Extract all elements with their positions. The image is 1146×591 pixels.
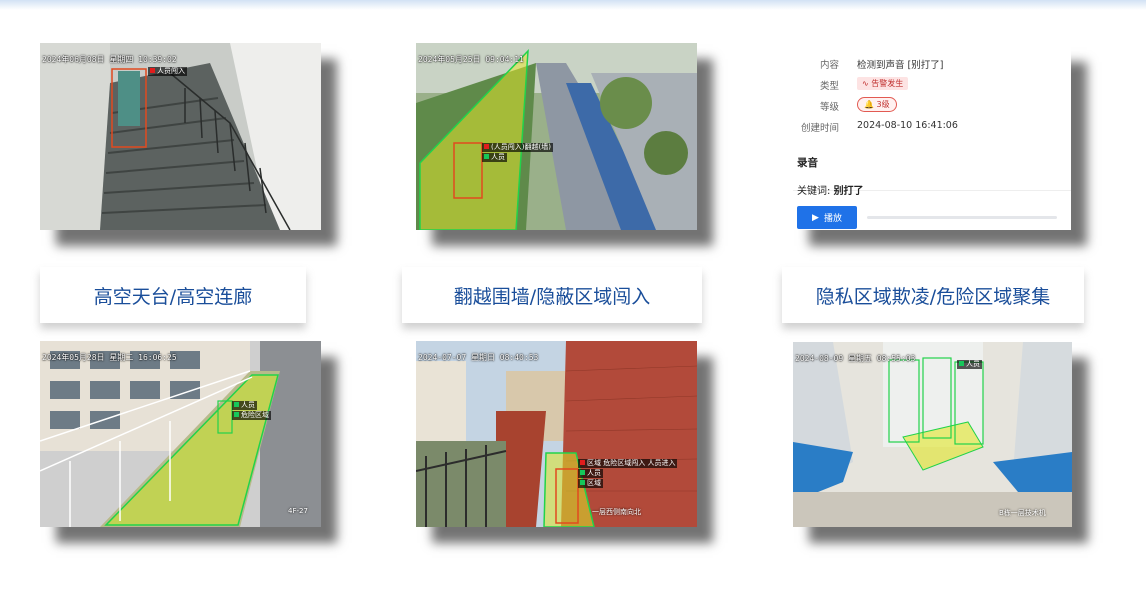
corridor-scene [40, 341, 321, 527]
fence-scene [416, 43, 697, 230]
corridor-detect-tag-zone: 危险区域 [232, 411, 271, 420]
keyword-value: 别打了 [833, 186, 864, 197]
brickwall-camera-image: 2024-07-07 星期日 08:40:53 区域 危险区域闯入 人员进入 人… [416, 341, 697, 527]
corridor-detect-tag-person: 人员 [232, 401, 257, 410]
caption-privacy-danger-area: 隐私区域欺凌/危险区域聚集 [782, 267, 1084, 323]
audio-progress-track[interactable] [867, 216, 1057, 219]
alert-created-label: 创建时间 [800, 123, 839, 134]
alert-level-badge: 🔔 3级 [857, 97, 897, 112]
toilet-detect-tag-person: 人员 [957, 360, 982, 369]
stairs-timestamp: 2024年06月08日 星期四 10:39:02 [42, 55, 177, 64]
pulse-icon: ∿ [862, 79, 869, 88]
detect-red-marker [150, 68, 155, 73]
alert-created-row: 创建时间 2024-08-10 16:41:06 [793, 117, 1071, 137]
brickwall-detect-tag-zone: 区域 危险区域闯入 人员进入 [578, 459, 678, 468]
stairs-camera-image: 2024年06月08日 星期四 10:39:02 人员闯入 [40, 43, 321, 230]
alert-type-badge: ∿ 告警发生 [857, 77, 909, 90]
corridor-camera-image: 2024年05月28日 星期二 16:06:25 人员 危险区域 4F-27 [40, 341, 321, 527]
fence-timestamp: 2024年05月25日 09:04:11 [418, 55, 524, 64]
detect-red-marker [580, 460, 585, 465]
toilet-timestamp: 2024-08-09 星期五 08:55:03 [795, 354, 916, 363]
top-gradient-bar [0, 0, 1146, 10]
alert-type-row: 类型 ∿ 告警发生 [793, 75, 1071, 95]
fence-detect-tag-cross: (人员闯入)翻越(墙) [482, 143, 553, 152]
caption-fence-hidden-area: 翻越围墙/隐蔽区域闯入 [402, 267, 702, 323]
recording-title: 录音 [797, 157, 818, 169]
fence-detect-tag-person: 人员 [482, 153, 507, 162]
corridor-timestamp: 2024年05月28日 星期二 16:06:25 [42, 353, 177, 362]
play-button[interactable]: ▶ 播放 [797, 206, 857, 229]
toilet-camera-image: 2024-08-09 星期五 08:55:03 人员 B栋一层技术机 [793, 342, 1072, 527]
keyword-label: 关键词: [797, 186, 834, 197]
brickwall-camera-name: 一层西侧南向北 [592, 508, 641, 516]
caption-rooftop-corridor: 高空天台/高空连廊 [40, 267, 306, 323]
detect-green-marker [234, 402, 239, 407]
alert-content-value: 检测到声音 [别打了] [857, 60, 944, 71]
alert-level-label: 等级 [819, 102, 839, 113]
brickwall-detect-tag-area: 区域 [578, 479, 603, 488]
alert-level-row: 等级 🔔 3级 [793, 96, 1071, 116]
alert-content-row: 内容 检测到声音 [别打了] [793, 54, 1071, 74]
alert-type-label: 类型 [819, 81, 839, 92]
detect-red-marker [484, 144, 489, 149]
detect-green-marker [580, 470, 585, 475]
toilet-scene [793, 342, 1072, 527]
detect-green-marker [580, 480, 585, 485]
alert-content-label: 内容 [819, 60, 839, 71]
bell-icon: 🔔 [864, 100, 874, 109]
brickwall-timestamp: 2024-07-07 星期日 08:40:53 [418, 353, 539, 362]
detect-green-marker [959, 361, 964, 366]
detect-green-marker [484, 154, 489, 159]
alert-detail-card: 内容 检测到声音 [别打了] 类型 ∿ 告警发生 等级 🔔 3级 创建时间 20… [793, 46, 1071, 230]
brickwall-detect-tag-person: 人员 [578, 469, 603, 478]
stairs-detect-tag: 人员闯入 [148, 67, 187, 76]
play-icon: ▶ [812, 212, 819, 223]
toilet-camera-name: B栋一层技术机 [999, 509, 1046, 517]
brickwall-scene [416, 341, 697, 527]
fence-camera-image: 2024年05月25日 09:04:11 (人员闯入)翻越(墙) 人员 [416, 43, 697, 230]
keyword-line: 关键词: 别打了 [797, 182, 864, 197]
detect-green-marker [234, 412, 239, 417]
corridor-camera-name: 4F-27 [288, 507, 308, 515]
alert-created-value: 2024-08-10 16:41:06 [857, 120, 958, 131]
